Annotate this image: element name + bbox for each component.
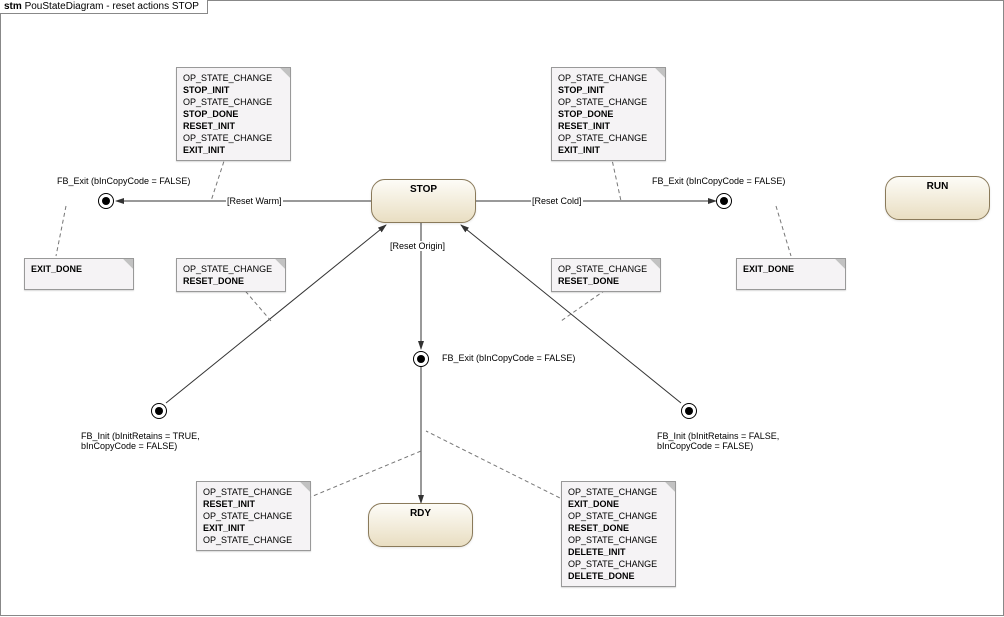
final-right-bottom	[681, 403, 697, 419]
note-reset-done-left: OP_STATE_CHANGERESET_DONE	[176, 258, 286, 292]
label-fb-init-right: FB_Init (bInitRetains = FALSE, bInCopyCo…	[656, 431, 780, 451]
final-right-top	[716, 193, 732, 209]
final-left-bottom	[151, 403, 167, 419]
state-run-label: RUN	[927, 181, 949, 192]
diagram-frame: stm PouStateDiagram - reset actions STOP	[0, 0, 1004, 616]
state-rdy: RDY	[368, 503, 473, 547]
final-left-top	[98, 193, 114, 209]
frame-title: stm PouStateDiagram - reset actions STOP	[0, 0, 208, 14]
note-top-right: OP_STATE_CHANGESTOP_INITOP_STATE_CHANGES…	[551, 67, 666, 161]
label-fb-exit-right: FB_Exit (bInCopyCode = FALSE)	[651, 176, 786, 186]
guard-reset-origin: [Reset Origin]	[389, 241, 446, 251]
note-reset-done-right: OP_STATE_CHANGERESET_DONE	[551, 258, 661, 292]
state-rdy-label: RDY	[410, 508, 431, 519]
note-bottom-right: OP_STATE_CHANGEEXIT_DONEOP_STATE_CHANGER…	[561, 481, 676, 587]
edges-svg	[1, 1, 1004, 617]
label-fb-exit-left: FB_Exit (bInCopyCode = FALSE)	[56, 176, 191, 186]
title-main: PouStateDiagram - reset actions STOP	[25, 1, 199, 12]
guard-reset-cold: [Reset Cold]	[531, 196, 583, 206]
title-prefix: stm	[4, 1, 22, 12]
label-fb-init-left: FB_Init (bInitRetains = TRUE, bInCopyCod…	[80, 431, 201, 451]
note-exit-done-right: EXIT_DONE	[736, 258, 846, 290]
note-exit-done-left: EXIT_DONE	[24, 258, 134, 290]
state-stop-label: STOP	[410, 184, 437, 195]
label-fb-exit-mid: FB_Exit (bInCopyCode = FALSE)	[441, 353, 576, 363]
note-top-left: OP_STATE_CHANGESTOP_INITOP_STATE_CHANGES…	[176, 67, 291, 161]
final-mid	[413, 351, 429, 367]
state-run: RUN	[885, 176, 990, 220]
state-stop: STOP	[371, 179, 476, 223]
note-bottom-left: OP_STATE_CHANGERESET_INITOP_STATE_CHANGE…	[196, 481, 311, 551]
guard-reset-warm: [Reset Warm]	[226, 196, 283, 206]
